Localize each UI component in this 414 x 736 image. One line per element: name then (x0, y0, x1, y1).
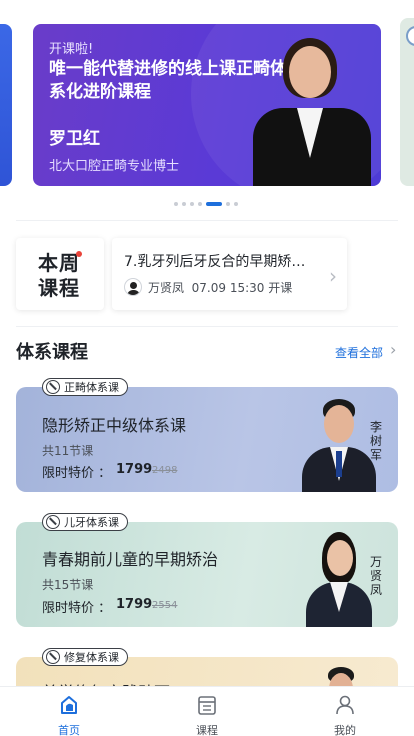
price-label: 限时特价 ： (42, 466, 112, 481)
this-week-course-card[interactable]: 7.乳牙列后牙反合的早期矫… 万贤凤 07.09 15:30 开课 › (112, 238, 347, 310)
course-lesson-count: 共11节课 (42, 444, 94, 458)
home-icon (58, 694, 80, 716)
chevron-right-icon: › (329, 264, 337, 288)
section-title: 体系课程 (16, 342, 88, 363)
next-banner-peek[interactable] (400, 18, 414, 186)
price: 1799 (116, 462, 153, 477)
original-price: 2554 (152, 600, 178, 611)
course-title: 青春期前儿童的早期矫治 (42, 550, 219, 569)
notification-dot (76, 251, 82, 257)
this-week-course-meta: 万贤凤 07.09 15:30 开课 (148, 279, 292, 296)
course-teacher-photo (302, 530, 376, 627)
price: 1799 (116, 597, 153, 612)
banner-teacher-photo (247, 34, 377, 186)
course-card[interactable]: 青春期前儿童的早期矫治 共15节课 限时特价 ： 1799 2554 万贤凤 (16, 522, 398, 627)
banner-teacher-title: 北大口腔正畸专业博士 (49, 159, 180, 174)
chevron-right-icon[interactable]: › (390, 340, 396, 359)
tab-home[interactable]: 首页 (0, 687, 138, 736)
course-teacher-photo (298, 395, 378, 492)
this-week-label: 本周课程 (38, 251, 80, 300)
banner-teacher-name: 罗卫红 (49, 129, 100, 149)
carousel-indicator (174, 202, 238, 206)
ban-icon (46, 515, 60, 529)
tab-courses[interactable]: 课程 (138, 687, 276, 736)
tab-courses-label: 课程 (196, 724, 218, 736)
course-tag: 正畸体系课 (42, 378, 128, 396)
course-tag: 修复体系课 (42, 648, 128, 666)
banner-kicker: 开课啦! (49, 42, 94, 57)
banner-carousel[interactable]: 开课啦! 唯一能代替进修的线上课正畸体系化进阶课程 罗卫红 北大口腔正畸专业博士 (0, 0, 414, 215)
bottom-tab-bar: 首页 课程 我的 (0, 686, 414, 736)
teacher-avatar (124, 278, 142, 296)
tab-home-label: 首页 (58, 724, 80, 736)
tab-me[interactable]: 我的 (276, 687, 414, 736)
divider (16, 326, 398, 327)
ban-icon (46, 380, 60, 394)
course-title: 隐形矫正中级体系课 (42, 416, 187, 435)
user-icon (334, 694, 356, 716)
ban-icon (46, 650, 60, 664)
tab-me-label: 我的 (334, 724, 356, 736)
course-card[interactable]: 隐形矫正中级体系课 共11节课 限时特价 ： 1799 2498 李树军 (16, 387, 398, 492)
this-week-label-box: 本周课程 (16, 238, 104, 310)
promo-banner[interactable]: 开课啦! 唯一能代替进修的线上课正畸体系化进阶课程 罗卫红 北大口腔正畸专业博士 (33, 24, 381, 186)
this-week-teacher: 万贤凤 (148, 281, 185, 295)
view-all-link[interactable]: 查看全部 (335, 344, 383, 361)
course-tag: 儿牙体系课 (42, 513, 128, 531)
prev-banner-peek[interactable] (0, 24, 12, 186)
course-teacher-name: 万贤凤 (370, 555, 383, 597)
this-week-time: 07.09 15:30 开课 (191, 281, 293, 295)
course-teacher-name: 李树军 (370, 420, 383, 462)
courses-icon (196, 694, 218, 716)
divider (16, 220, 398, 221)
price-label: 限时特价 ： (42, 601, 112, 616)
original-price: 2498 (152, 465, 178, 476)
this-week-course-title: 7.乳牙列后牙反合的早期矫… (124, 254, 306, 270)
course-lesson-count: 共15节课 (42, 578, 94, 592)
